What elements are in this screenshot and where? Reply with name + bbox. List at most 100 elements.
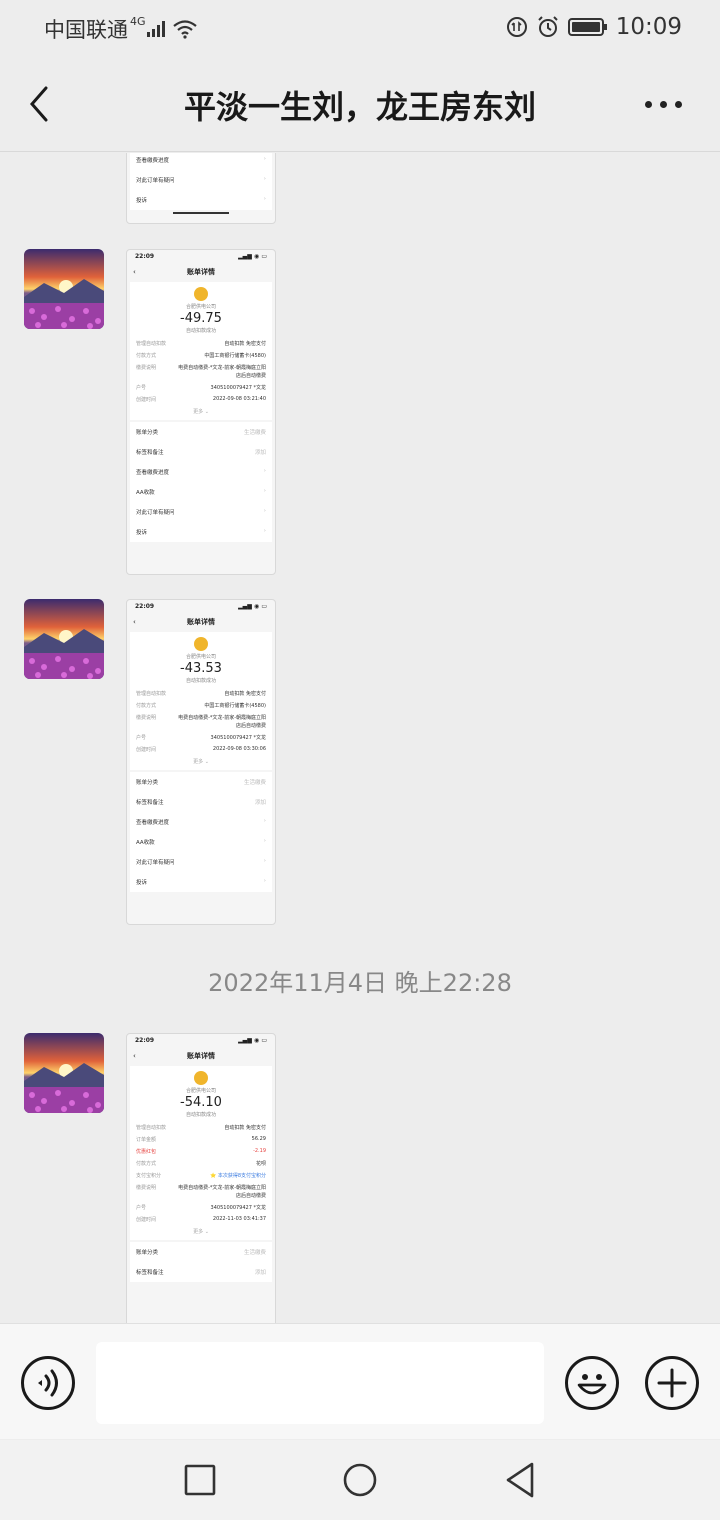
row-key: 管理自动扣款	[136, 341, 167, 347]
list-item: 查看缴费进度	[136, 158, 170, 164]
row-key: 订单金额	[136, 1137, 157, 1143]
list-item: 对此订单有疑问	[136, 178, 175, 184]
row-value: 中国工商银行储蓄卡(4580)	[204, 703, 266, 709]
merchant-name: 合肥供电公司	[185, 1088, 216, 1094]
more-options-button[interactable]	[645, 101, 682, 108]
row-value: 电费自动缴费-*文龙-前家-朝霞梅庭立阳	[178, 365, 266, 371]
list-item: 投诉	[136, 198, 148, 204]
message-input[interactable]	[96, 1342, 544, 1424]
row-value: ⭐ 本次获得8支付宝积分	[210, 1173, 266, 1179]
bill-amount: -43.53	[180, 661, 222, 676]
merchant-icon	[194, 637, 208, 651]
row-key: 付款方式	[136, 703, 157, 709]
dot-icon	[645, 101, 652, 108]
list-item-value: 添加	[254, 1270, 266, 1276]
bill-status: 自动扣款成功	[185, 1112, 216, 1118]
list-item: 查看缴费进度	[136, 820, 170, 826]
voice-input-button[interactable]	[21, 1356, 75, 1410]
shot-page-title: 账单详情	[187, 268, 215, 276]
row-key: 优惠红包	[136, 1149, 157, 1155]
merchant-name: 合肥供电公司	[185, 304, 216, 310]
list-item: 账单分类	[136, 780, 159, 786]
voice-icon	[38, 1369, 58, 1397]
row-value: 店后自动缴费	[235, 373, 266, 379]
list-item: 对此订单有疑问	[136, 860, 175, 866]
list-item: AA收款	[136, 490, 155, 496]
row-key: 户号	[136, 385, 147, 391]
row-key: 支付宝积分	[136, 1173, 162, 1179]
more-link: 更多 ⌄	[193, 1229, 209, 1235]
image-message[interactable]: 22:09 ▂▄▆ ◉ ▭ ‹ 账单详情 合肥供电公司 -43.53 自动扣款成功 …	[126, 599, 276, 925]
clock: 10:09	[615, 14, 682, 40]
row-value: 自动扣款 免密支付	[224, 691, 266, 697]
avatar[interactable]	[24, 249, 104, 329]
signal-icon	[146, 21, 165, 37]
row-value: 电费自动缴费-*文龙-前家-朝霞梅庭立阳	[178, 715, 266, 721]
back-nav-icon[interactable]	[503, 1461, 537, 1499]
status-bar: 中国联通 4G 10:09	[0, 0, 720, 56]
row-key: 管理自动扣款	[136, 691, 167, 697]
merchant-icon	[194, 1071, 208, 1085]
message-list[interactable]: 查看缴费进度 › 对此订单有疑问 › 投诉 › 22:09 ▂▄▆ ◉ ▭ ‹ 账单详情 …	[0, 153, 720, 1323]
image-message[interactable]: 查看缴费进度 › 对此订单有疑问 › 投诉 ›	[126, 153, 276, 224]
home-icon[interactable]	[341, 1461, 379, 1499]
sunset-avatar-image	[24, 249, 104, 329]
merchant-icon	[194, 287, 208, 301]
recent-apps-icon[interactable]	[183, 1463, 217, 1497]
list-item: 投诉	[136, 530, 148, 536]
list-item: 投诉	[136, 880, 148, 886]
image-message[interactable]: 22:09 ▂▄▆ ◉ ▭ ‹ 账单详情 合肥供电公司 -54.10 自动扣款成功 …	[126, 1033, 276, 1323]
list-item-value: 添加	[254, 800, 266, 806]
list-item-value: 生活缴费	[243, 780, 266, 786]
row-key: 户号	[136, 735, 147, 741]
list-item-value: 添加	[254, 450, 266, 456]
shot-status-time: 22:09	[135, 603, 155, 610]
row-value: 自动扣款 免密支付	[224, 1125, 266, 1131]
shot-status-time: 22:09	[135, 253, 155, 260]
add-more-button[interactable]	[645, 1356, 699, 1410]
message-timestamp: 2022年11月4日 晚上22:28	[208, 969, 512, 997]
row-value: -2.19	[253, 1148, 266, 1154]
bill-status: 自动扣款成功	[185, 328, 216, 334]
row-key: 付款方式	[136, 1161, 157, 1167]
row-value: 3405100079427 *文龙	[210, 1205, 266, 1211]
list-item: 对此订单有疑问	[136, 510, 175, 516]
sunset-avatar-image	[24, 1033, 104, 1113]
chat-header: 平淡一生刘，龙王房东刘	[0, 56, 720, 152]
row-value: 自动扣款 免密支付	[224, 341, 266, 347]
row-value: 2022-09-08 03:21:40	[212, 396, 266, 402]
list-item: 标签和备注	[136, 450, 164, 456]
avatar[interactable]	[24, 599, 104, 679]
row-value: 3405100079427 *文龙	[210, 385, 266, 391]
bill-status: 自动扣款成功	[185, 678, 216, 684]
sunset-avatar-image	[24, 599, 104, 679]
list-item: 账单分类	[136, 1250, 159, 1256]
list-item: 标签和备注	[136, 800, 164, 806]
more-link: 更多 ⌄	[193, 759, 209, 765]
row-key: 户号	[136, 1205, 147, 1211]
row-key: 创建时间	[136, 1217, 157, 1223]
network-type: 4G	[130, 14, 146, 28]
row-value: 3405100079427 *文龙	[210, 735, 266, 741]
dot-icon	[675, 101, 682, 108]
row-value: 56.29	[251, 1136, 266, 1142]
shot-page-title: 账单详情	[187, 618, 215, 626]
more-link: 更多 ⌄	[193, 409, 209, 415]
shot-status-time: 22:09	[135, 1037, 155, 1044]
bill-amount: -54.10	[180, 1095, 222, 1110]
row-key: 创建时间	[136, 747, 157, 753]
row-value: 2022-11-03 03:41:37	[212, 1216, 266, 1222]
system-nav-bar	[0, 1440, 720, 1520]
list-item: AA收款	[136, 840, 155, 846]
avatar[interactable]	[24, 1033, 104, 1113]
status-right: 10:09	[506, 14, 682, 40]
image-message[interactable]: 22:09 ▂▄▆ ◉ ▭ ‹ 账单详情 合肥供电公司 -49.75 自动扣款成功 …	[126, 249, 276, 575]
row-key: 缴费说明	[136, 365, 157, 371]
merchant-name: 合肥供电公司	[185, 654, 216, 660]
row-key: 付款方式	[136, 353, 157, 359]
list-item-value: 生活缴费	[243, 1250, 266, 1256]
row-key: 管理自动扣款	[136, 1125, 167, 1131]
dot-icon	[660, 101, 667, 108]
list-item-value: 生活缴费	[243, 430, 266, 436]
emoji-button[interactable]	[565, 1356, 619, 1410]
